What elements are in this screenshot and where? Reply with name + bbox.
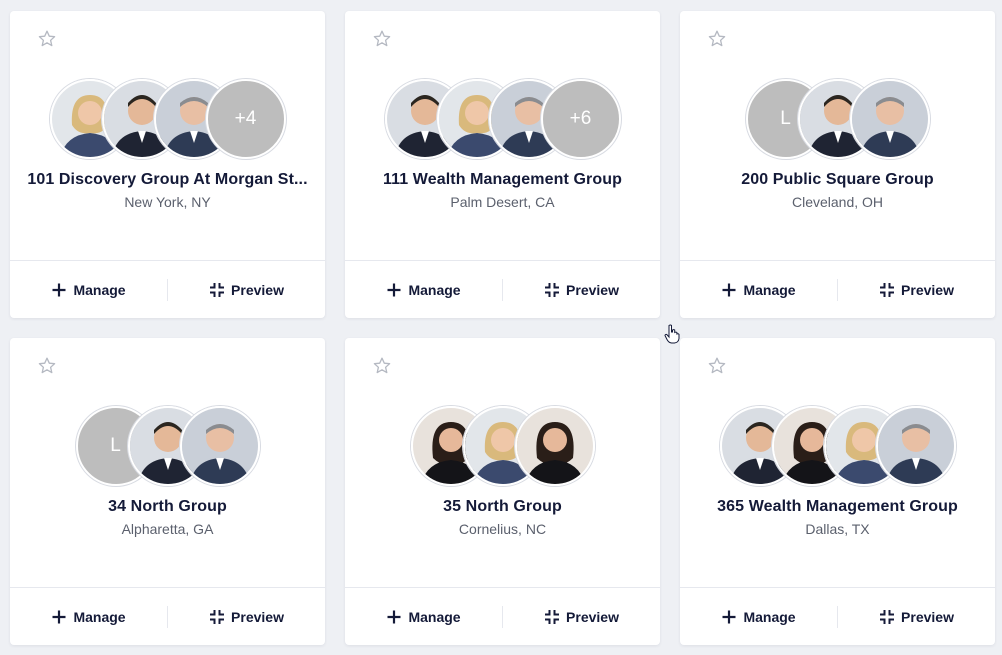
manage-button[interactable]: Manage [680, 588, 837, 645]
preview-label: Preview [231, 281, 284, 298]
advisor-avatars: +6 [345, 79, 660, 159]
group-location: New York, NY [124, 194, 211, 210]
favorite-star-icon[interactable] [707, 356, 727, 376]
preview-button[interactable]: Preview [503, 261, 660, 318]
avatar [875, 406, 956, 486]
plus-icon [52, 283, 66, 296]
favorite-star-icon[interactable] [372, 29, 392, 49]
advisor-avatars [680, 406, 995, 486]
manage-label: Manage [743, 281, 796, 298]
favorite-star-icon[interactable] [37, 356, 57, 376]
plus-icon [722, 283, 736, 296]
plus-icon [52, 610, 66, 623]
plus-icon [387, 283, 401, 296]
group-name[interactable]: 111 Wealth Management Group [357, 171, 648, 189]
more-advisors-count: +6 [540, 79, 621, 159]
collapse-icon [545, 609, 560, 624]
preview-button[interactable]: Preview [838, 588, 995, 645]
collapse-icon [880, 609, 895, 624]
group-grid: +4 101 Discovery Group At Morgan St... N… [10, 11, 995, 645]
group-location: Alpharetta, GA [121, 521, 214, 537]
advisor-avatars: +4 [10, 79, 325, 159]
group-location: Cornelius, NC [458, 521, 547, 537]
group-name[interactable]: 101 Discovery Group At Morgan St... [22, 171, 313, 189]
plus-icon [722, 610, 736, 623]
group-card[interactable]: 35 North Group Cornelius, NC Manage Prev… [345, 338, 660, 645]
preview-button[interactable]: Preview [168, 588, 325, 645]
preview-label: Preview [901, 281, 954, 298]
manage-label: Manage [408, 608, 461, 625]
plus-icon [387, 610, 401, 623]
group-name[interactable]: 200 Public Square Group [692, 171, 983, 189]
group-card[interactable]: L 200 Public Square Group Cleveland, OH … [680, 11, 995, 318]
group-location: Dallas, TX [805, 521, 870, 537]
preview-label: Preview [231, 608, 284, 625]
group-card[interactable]: 365 Wealth Management Group Dallas, TX M… [680, 338, 995, 645]
advisor-avatars [345, 406, 660, 486]
manage-label: Manage [73, 281, 126, 298]
advisor-avatars: L [680, 79, 995, 159]
manage-button[interactable]: Manage [345, 261, 502, 318]
favorite-star-icon[interactable] [372, 356, 392, 376]
card-footer: Manage Preview [345, 260, 660, 318]
more-advisors-count: +4 [205, 79, 286, 159]
collapse-icon [210, 609, 225, 624]
group-name[interactable]: 365 Wealth Management Group [692, 498, 983, 516]
avatar [514, 406, 595, 486]
preview-label: Preview [901, 608, 954, 625]
group-location: Cleveland, OH [791, 194, 884, 210]
group-card[interactable]: +6 111 Wealth Management Group Palm Dese… [345, 11, 660, 318]
group-card[interactable]: L 34 North Group Alpharetta, GA Manage P… [10, 338, 325, 645]
manage-button[interactable]: Manage [10, 261, 167, 318]
hand-pointer-icon [664, 324, 680, 344]
card-footer: Manage Preview [345, 587, 660, 645]
card-footer: Manage Preview [680, 587, 995, 645]
card-footer: Manage Preview [10, 587, 325, 645]
group-card[interactable]: +4 101 Discovery Group At Morgan St... N… [10, 11, 325, 318]
collapse-icon [545, 282, 560, 297]
collapse-icon [210, 282, 225, 297]
group-name[interactable]: 35 North Group [357, 498, 648, 516]
favorite-star-icon[interactable] [37, 29, 57, 49]
manage-button[interactable]: Manage [10, 588, 167, 645]
preview-button[interactable]: Preview [838, 261, 995, 318]
preview-label: Preview [566, 281, 619, 298]
group-location: Palm Desert, CA [450, 194, 555, 210]
card-footer: Manage Preview [680, 260, 995, 318]
collapse-icon [880, 282, 895, 297]
group-name[interactable]: 34 North Group [22, 498, 313, 516]
manage-button[interactable]: Manage [345, 588, 502, 645]
avatar [849, 79, 930, 159]
manage-label: Manage [408, 281, 461, 298]
card-footer: Manage Preview [10, 260, 325, 318]
preview-button[interactable]: Preview [168, 261, 325, 318]
manage-label: Manage [743, 608, 796, 625]
preview-label: Preview [566, 608, 619, 625]
manage-label: Manage [73, 608, 126, 625]
preview-button[interactable]: Preview [503, 588, 660, 645]
favorite-star-icon[interactable] [707, 29, 727, 49]
avatar [179, 406, 260, 486]
manage-button[interactable]: Manage [680, 261, 837, 318]
advisor-avatars: L [10, 406, 325, 486]
